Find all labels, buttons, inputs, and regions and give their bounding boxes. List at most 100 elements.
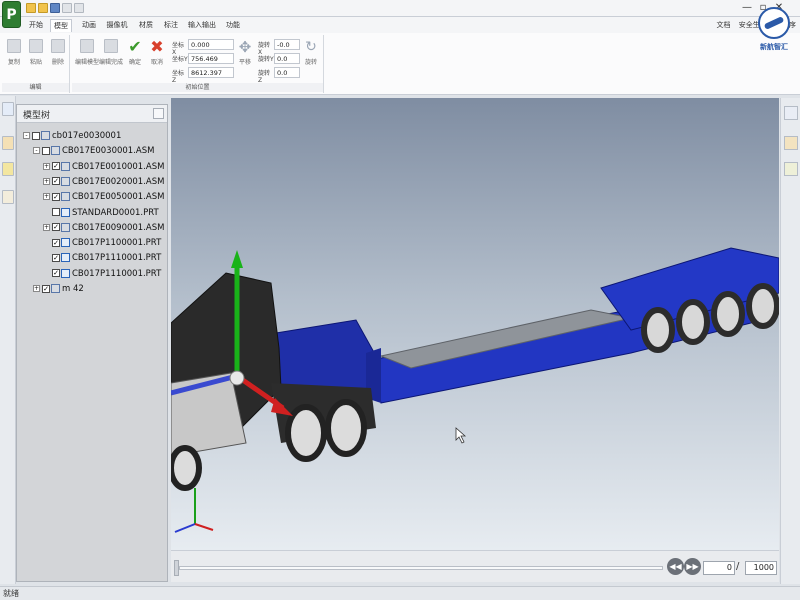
visibility-checkbox[interactable]: ✓ — [52, 223, 60, 232]
tree-node-label: m 42 — [62, 284, 84, 294]
visibility-checkbox[interactable]: ✓ — [42, 284, 50, 293]
tree-node-label: cb017e0030001 — [52, 131, 122, 141]
model-tree-tool-icon[interactable] — [2, 102, 14, 116]
fast-forward-button[interactable]: ▶▶ — [684, 558, 701, 575]
visibility-checkbox[interactable]: ✓ — [52, 253, 60, 262]
tab-animation[interactable]: 动画 — [78, 19, 100, 32]
edit-model-button[interactable]: 编辑模型 — [74, 37, 100, 73]
tree-node[interactable]: ✓ CB017P1110001.PRT — [43, 251, 161, 265]
tree-node[interactable]: - CB017E0030001.ASM — [33, 144, 154, 158]
checklist-icon[interactable] — [2, 162, 14, 176]
pencil-icon[interactable] — [2, 190, 14, 204]
confirm-button[interactable]: ✔ 确定 — [124, 37, 146, 73]
scene-canvas[interactable] — [171, 98, 779, 550]
edit-done-button[interactable]: 编辑完成 — [98, 37, 124, 73]
app-logo[interactable]: P — [2, 1, 21, 28]
visibility-checkbox[interactable] — [42, 146, 50, 155]
timeline-track[interactable] — [179, 566, 663, 570]
tab-model[interactable]: 模型 — [50, 19, 72, 32]
translate-button[interactable]: ✥ 平移 — [234, 37, 256, 73]
visibility-checkbox[interactable]: ✓ — [52, 238, 60, 247]
coord-y-row: 坐标Y 756.469 — [172, 53, 236, 64]
delete-button[interactable]: 删除 — [47, 37, 69, 73]
copy-button[interactable]: 复制 — [3, 37, 25, 73]
coord-z-input[interactable]: 8612.397 — [188, 67, 234, 78]
part-icon — [61, 268, 70, 278]
visibility-checkbox[interactable]: ✓ — [52, 162, 60, 171]
tree-node[interactable]: ✓ CB017P1100001.PRT — [43, 236, 161, 250]
tab-start[interactable]: 开始 — [25, 19, 47, 32]
tree-node-label: CB017P1110001.PRT — [72, 268, 162, 279]
undo-icon[interactable] — [62, 3, 72, 13]
gizmo-center-handle[interactable] — [229, 370, 245, 386]
paste-button[interactable]: 粘贴 — [25, 37, 47, 73]
assembly-icon — [61, 176, 70, 186]
collapse-toggle-icon[interactable]: - — [23, 132, 30, 139]
expand-toggle-icon[interactable]: + — [43, 193, 50, 201]
coord-y-input[interactable]: 756.469 — [188, 53, 234, 64]
initial-position-group: 编辑模型 编辑完成 ✔ 确定 ✖ 取消 坐标X 0.000 坐标Y 756.46… — [72, 35, 324, 93]
rot-z-input[interactable]: 0.0 — [274, 67, 300, 78]
brush-tool-icon[interactable] — [784, 106, 798, 120]
cancel-label: 取消 — [150, 59, 163, 66]
tab-annotation[interactable]: 标注 — [160, 19, 182, 32]
tab-functions[interactable]: 功能 — [222, 19, 244, 32]
visibility-checkbox[interactable] — [32, 131, 40, 140]
animation-timeline: ◀◀ ▶▶ 0 / 1000 — [171, 550, 779, 582]
visibility-checkbox[interactable]: ✓ — [52, 269, 60, 278]
rot-y-input[interactable]: 0.0 — [274, 53, 300, 64]
tree-node-label: CB017E0090001.ASM — [72, 222, 165, 233]
move-icon: ✥ — [238, 38, 252, 56]
tree-node[interactable]: - cb017e0030001 — [23, 129, 121, 143]
cancel-button[interactable]: ✖ 取消 — [146, 37, 168, 73]
visibility-checkbox[interactable]: ✓ — [52, 177, 60, 186]
current-frame-input[interactable]: 0 — [703, 561, 735, 575]
tree-node-label: CB017E0010001.ASM — [72, 161, 165, 172]
notes-icon[interactable] — [784, 162, 798, 176]
tree-node-label: STANDARD0001.PRT — [72, 207, 159, 218]
edit-model-label: 编辑模型 — [74, 59, 99, 66]
tree-node[interactable]: + ✓ m 42 — [33, 282, 84, 296]
edit-done-label: 编辑完成 — [98, 59, 123, 66]
timeline-thumb[interactable] — [174, 560, 179, 576]
assembly-icon — [61, 222, 70, 232]
docs-link[interactable]: 文档 — [717, 21, 731, 29]
tab-import-export[interactable]: 输入输出 — [186, 19, 218, 32]
open-folder-icon[interactable] — [38, 3, 48, 13]
brand-mark-icon — [758, 7, 790, 39]
tree-node[interactable]: + ✓ CB017E0010001.ASM — [43, 160, 164, 174]
menu-bar: 开始 模型 动画 摄像机 材质 标注 输入输出 功能 文档 安全生 实用程序 — [0, 17, 800, 33]
tree-node[interactable]: + ✓ CB017E0050001.ASM — [43, 190, 164, 204]
rot-z-label: 旋转Z — [258, 70, 271, 84]
model-tree-panel: 模型树 - cb017e0030001- CB017E0030001.ASM + ✓ CB… — [16, 104, 168, 582]
new-file-icon[interactable] — [26, 3, 36, 13]
expand-toggle-icon[interactable]: + — [43, 177, 50, 185]
gizmo-y-arrow-icon[interactable] — [231, 250, 243, 268]
expand-toggle-icon[interactable]: + — [33, 285, 40, 292]
coord-x-input[interactable]: 0.000 — [188, 39, 234, 50]
tab-material[interactable]: 材质 — [135, 19, 157, 32]
save-icon[interactable] — [50, 3, 60, 13]
expand-toggle-icon[interactable]: + — [43, 162, 50, 170]
tree-node[interactable]: STANDARD0001.PRT — [43, 206, 159, 220]
layers-icon[interactable] — [784, 136, 798, 150]
visibility-checkbox[interactable]: ✓ — [52, 192, 60, 201]
tools-icon[interactable] — [2, 136, 14, 150]
tab-camera[interactable]: 摄像机 — [104, 19, 130, 32]
part-icon — [61, 253, 70, 263]
visibility-checkbox[interactable] — [52, 208, 60, 216]
redo-icon[interactable] — [74, 3, 84, 13]
rewind-button[interactable]: ◀◀ — [667, 558, 684, 575]
rot-x-input[interactable]: -0.0 — [274, 39, 300, 50]
tree-node-label: CB017P1110001.PRT — [72, 253, 162, 264]
total-frames-input[interactable]: 1000 — [745, 561, 777, 575]
tree-node[interactable]: + ✓ CB017E0020001.ASM — [43, 175, 164, 189]
collapse-toggle-icon[interactable]: - — [33, 147, 40, 155]
rotate-button[interactable]: ↻ 旋转 — [300, 37, 322, 73]
pin-icon[interactable] — [153, 108, 164, 119]
tree-node[interactable]: ✓ CB017P1110001.PRT — [43, 267, 161, 281]
expand-toggle-icon[interactable]: + — [43, 223, 50, 231]
tree-node[interactable]: + ✓ CB017E0090001.ASM — [43, 221, 164, 235]
paste-label: 粘贴 — [29, 59, 42, 66]
3d-viewport[interactable] — [171, 98, 779, 550]
